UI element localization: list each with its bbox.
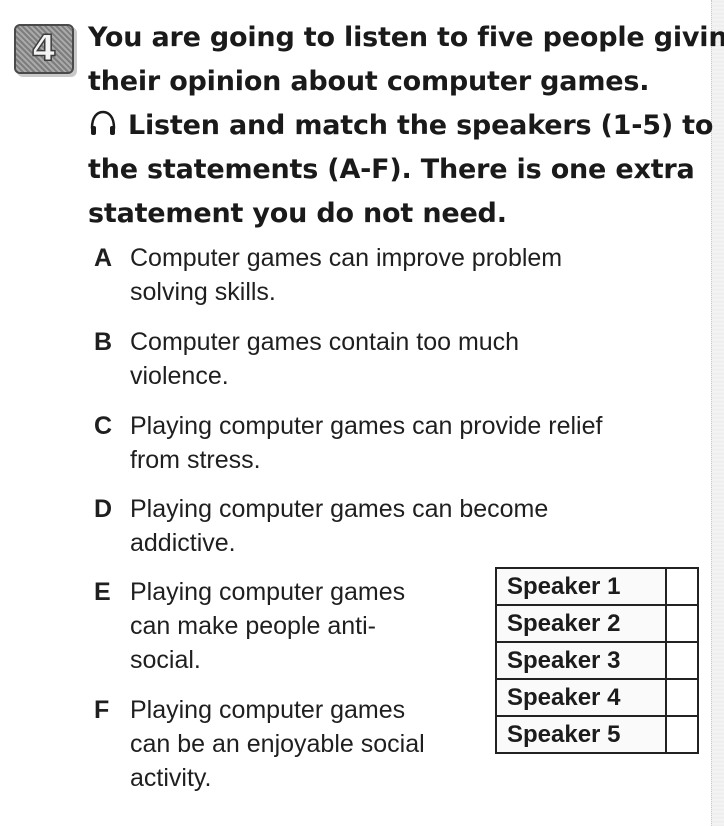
statement-line: Computer games contain too much (130, 328, 520, 356)
statement-text: Computer games contain too much violence… (130, 325, 519, 393)
statement-line: social. (130, 646, 201, 674)
statement-line: solving skills. (130, 278, 276, 306)
statement-text: Playing computer games can become addict… (130, 492, 548, 560)
speaker-label: Speaker 4 (495, 678, 667, 717)
exercise-number: 4 (31, 28, 58, 70)
statement-line: from stress. (130, 446, 261, 474)
headphones-icon (90, 110, 116, 135)
statement-line: addictive. (130, 529, 236, 557)
statement-text: Playing computer games can be an enjoyab… (130, 693, 425, 795)
statement-line: violence. (130, 362, 229, 390)
speaker-label: Speaker 2 (495, 604, 667, 643)
answer-box[interactable] (665, 641, 699, 680)
answer-box[interactable] (665, 604, 699, 643)
instruction-line: their opinion about computer games. (88, 66, 650, 97)
statement-text: Playing computer games can make people a… (130, 575, 405, 677)
statement-letter: B (94, 328, 113, 356)
statement-letter: C (94, 412, 113, 440)
statement-letter: A (94, 244, 113, 272)
answer-box[interactable] (665, 678, 699, 717)
speaker-answer-table: Speaker 1 Speaker 2 Speaker 3 Speaker 4 … (495, 567, 699, 754)
table-row: Speaker 1 (495, 567, 699, 606)
table-row: Speaker 4 (495, 678, 699, 717)
instruction-line: the statements (A-F). There is one extra (88, 154, 695, 185)
exercise-number-badge: 4 (14, 24, 74, 74)
statement-text: Computer games can improve problem solvi… (130, 241, 562, 309)
statement-line: can be an enjoyable social (130, 730, 425, 758)
answer-box[interactable] (665, 715, 699, 754)
statement-line: Playing computer games can become (130, 495, 549, 523)
statement-letter: F (94, 696, 110, 724)
statement-text: Playing computer games can provide relie… (130, 409, 602, 477)
statement-line: Playing computer games (130, 696, 406, 724)
statement-line: Computer games can improve problem (130, 244, 563, 272)
statement-line: Playing computer games (130, 578, 406, 606)
table-row: Speaker 5 (495, 715, 699, 754)
speaker-label: Speaker 3 (495, 641, 667, 680)
instruction-line: statement you do not need. (88, 198, 507, 229)
instruction-line: You are going to listen to five people g… (88, 22, 724, 53)
statement-letter: E (94, 578, 111, 606)
statement-line: Playing computer games can provide relie… (130, 412, 603, 440)
statement-letter: D (94, 495, 113, 523)
exercise-instruction: You are going to listen to five people g… (88, 16, 724, 236)
statement-line: activity. (130, 764, 212, 792)
table-row: Speaker 2 (495, 604, 699, 643)
instruction-line-with-icon: Listen and match the speakers (1-5) to (88, 104, 713, 148)
answer-box[interactable] (665, 567, 699, 606)
table-row: Speaker 3 (495, 641, 699, 680)
speaker-label: Speaker 1 (495, 567, 667, 606)
instruction-line: Listen and match the speakers (1-5) to (128, 110, 714, 141)
speaker-label: Speaker 5 (495, 715, 667, 754)
statement-line: can make people anti- (130, 612, 376, 640)
